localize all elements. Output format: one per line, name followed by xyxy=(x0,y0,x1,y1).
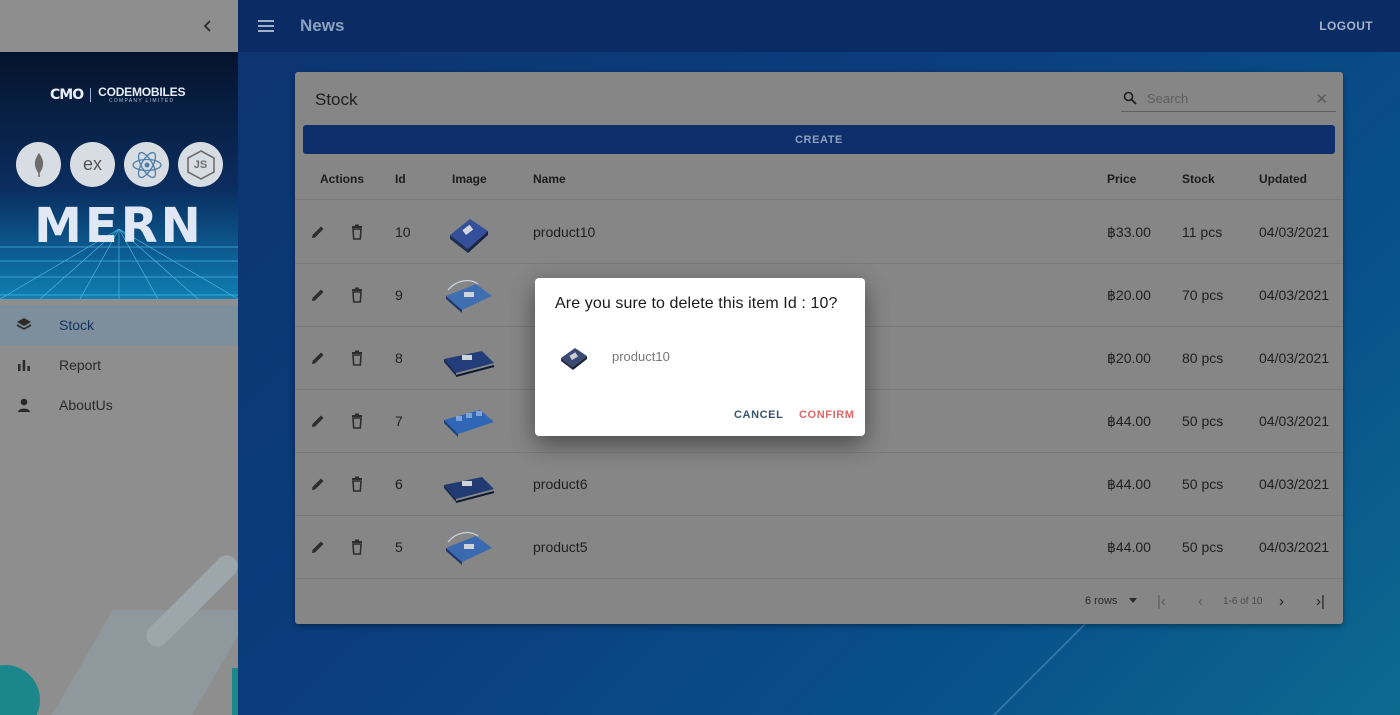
delete-confirm-dialog: Are you sure to delete this item Id : 10… xyxy=(535,278,865,436)
confirm-button[interactable]: CONFIRM xyxy=(799,409,855,421)
dialog-product-name: product10 xyxy=(612,349,670,364)
dialog-title: Are you sure to delete this item Id : 10… xyxy=(555,295,838,312)
product-thumbnail xyxy=(561,348,587,370)
cancel-button[interactable]: CANCEL xyxy=(734,409,783,421)
